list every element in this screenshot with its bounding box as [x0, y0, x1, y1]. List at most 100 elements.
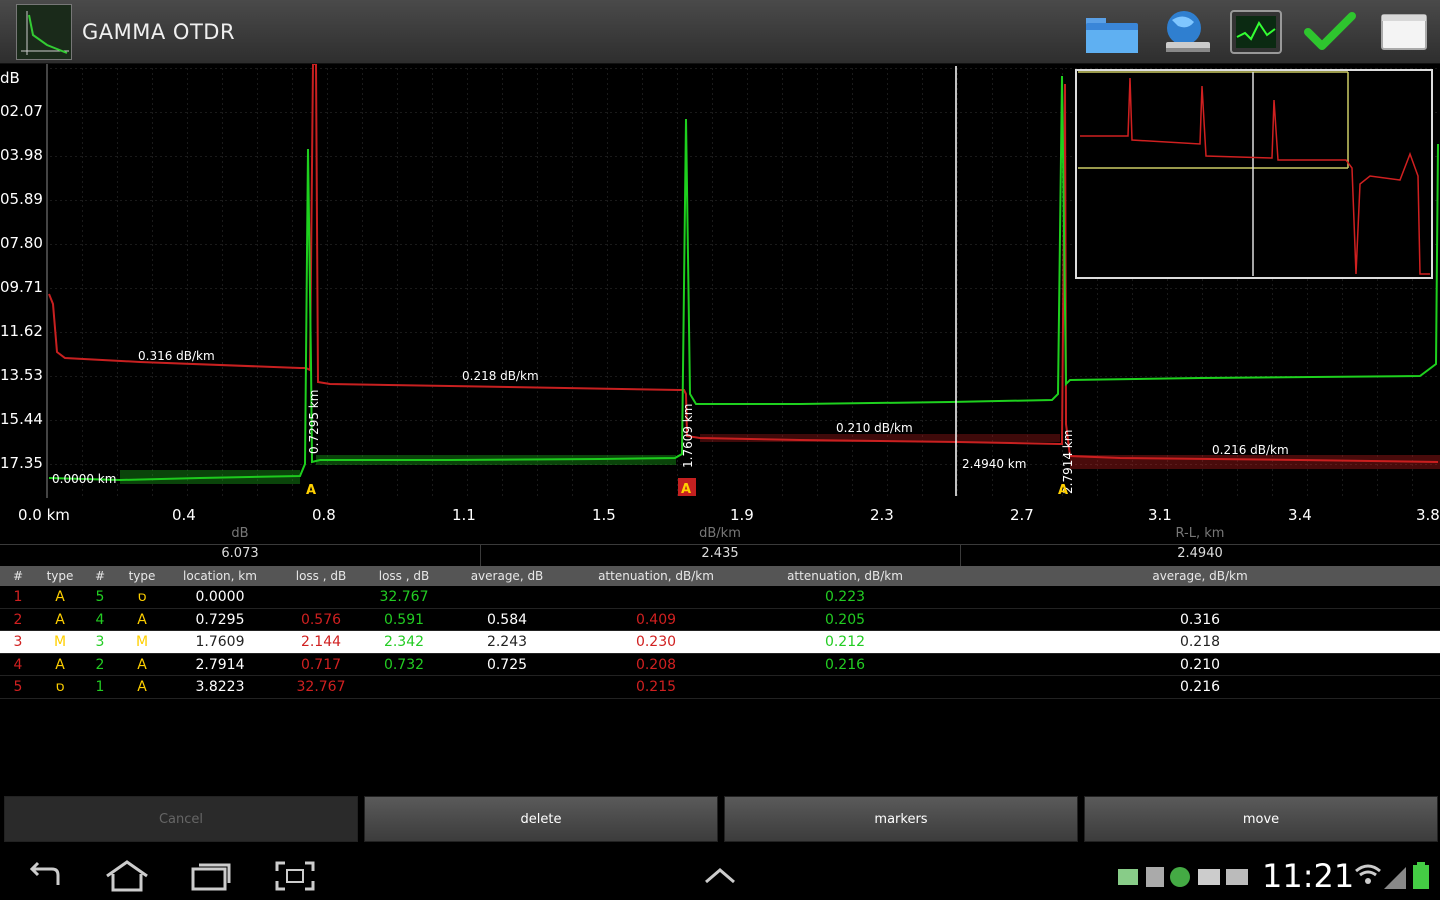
column-header[interactable]: average, dB — [452, 569, 562, 583]
table-cell: 0.223 — [824, 589, 866, 605]
table-cell: 1 — [13, 589, 23, 605]
table-cell: A — [137, 656, 147, 673]
cursor-distance-label: 2.4940 km — [962, 457, 1026, 471]
x-tick-label: 3.8 — [1416, 506, 1440, 524]
column-header[interactable]: attenuation, dB/km — [576, 569, 736, 583]
folder-icon[interactable] — [1082, 6, 1142, 58]
event-marker-d[interactable]: A — [1058, 483, 1068, 498]
column-header[interactable]: # — [4, 569, 32, 583]
column-header[interactable]: # — [88, 569, 112, 583]
trace-noise-red-2 — [700, 434, 1060, 442]
slope-label-2: 0.218 dB/km — [462, 369, 539, 383]
app-title: GAMMA OTDR — [82, 20, 236, 44]
column-header[interactable]: average, dB/km — [1110, 569, 1290, 583]
table-cell: 0.409 — [635, 611, 677, 628]
table-cell: 3.8223 — [195, 679, 245, 696]
move-button[interactable]: move — [1084, 796, 1438, 842]
table-cell: 0.316 — [1179, 611, 1221, 628]
window-icon[interactable] — [1374, 6, 1434, 58]
table-row[interactable]: 5 ס 1 A 3.8223 32.767 0.215 0.216 — [0, 676, 1440, 699]
marker-b-label: 1.7609 km — [681, 404, 695, 468]
system-nav-bar: 11:21 — [0, 850, 1440, 900]
summary-unit-loss: dB — [231, 526, 249, 541]
column-header[interactable]: type — [122, 569, 162, 583]
summary-row: dB dB/km R-L, km 6.073 2.435 2.4940 — [0, 524, 1440, 566]
table-cell: 5 — [13, 679, 23, 696]
expand-up-icon[interactable] — [695, 858, 745, 894]
summary-value-distance: 2.4940 — [1177, 546, 1223, 561]
table-body: 1 A 5 ס 0.0000 32.767 0.223 2 A 4 A 0.7295 0.576 0.59… — [0, 586, 1440, 699]
table-cell: ס — [137, 589, 147, 605]
cancel-button[interactable]: Cancel — [4, 796, 358, 842]
y-tick-label: 05.89 — [0, 190, 43, 208]
trace-overview-inset[interactable] — [1075, 69, 1433, 279]
table-cell: A — [55, 611, 65, 628]
table-cell: A — [137, 679, 147, 696]
table-row[interactable]: 1 A 5 ס 0.0000 32.767 0.223 — [0, 586, 1440, 609]
notification-icons — [1114, 858, 1254, 894]
table-cell: 5 — [95, 589, 105, 605]
column-header[interactable]: loss , dB — [286, 569, 356, 583]
trace-noise-red — [1070, 455, 1440, 469]
x-tick-label: 2.3 — [870, 506, 894, 524]
marker-a-label: 0.7295 km — [307, 390, 321, 454]
trace-svg[interactable]: dB 02.07 03.98 05.89 07.80 09.71 11.62 13.53 15… — [0, 64, 1440, 546]
column-header[interactable]: location, km — [170, 569, 270, 583]
recent-apps-icon[interactable] — [186, 858, 236, 894]
table-row[interactable]: 4 A 2 A 2.7914 0.717 0.732 0.725 0.208 0.216 0.210 — [0, 654, 1440, 677]
table-cell: 2.243 — [486, 634, 528, 651]
slope-label-3: 0.210 dB/km — [836, 421, 913, 435]
table-cell: M — [53, 634, 67, 651]
table-cell: 0.7295 — [195, 611, 245, 628]
trace-noise-green-2 — [316, 455, 676, 465]
x-tick-label: 3.1 — [1148, 506, 1172, 524]
x-tick-label: 2.7 — [1010, 506, 1034, 524]
x-tick-labels: 0.0 km 0.4 0.8 1.1 1.5 1.9 2.3 2.7 3.1 3.4 3.8 — [18, 506, 1440, 524]
scope-display-icon[interactable] — [1226, 6, 1286, 58]
table-cell: 2.144 — [300, 634, 342, 651]
y-tick-labels: 02.07 03.98 05.89 07.80 09.71 11.62 13.53 15.44… — [0, 102, 43, 472]
table-cell: 32.767 — [379, 589, 429, 605]
screenshot-icon[interactable] — [270, 858, 320, 894]
start-marker-label: 0.0000 km — [52, 472, 116, 486]
x-tick-label: 1.1 — [452, 506, 476, 524]
table-cell: 3 — [95, 634, 105, 651]
app-logo-icon — [16, 4, 72, 60]
wifi-signal-icon — [1352, 858, 1412, 894]
table-cell: 0.725 — [486, 656, 528, 673]
table-row[interactable]: 2 A 4 A 0.7295 0.576 0.591 0.584 0.409 0.205 0.316 — [0, 609, 1440, 632]
column-header[interactable]: loss , dB — [366, 569, 442, 583]
event-marker-m[interactable]: A — [681, 482, 691, 497]
table-cell: 0.591 — [383, 611, 425, 628]
table-header: # type # type location, km loss , dB loss , dB… — [0, 566, 1440, 586]
y-tick-label: 02.07 — [0, 102, 43, 120]
table-cell: 4 — [13, 656, 23, 673]
table-cell: 32.767 — [296, 679, 346, 696]
summary-unit-distance: R-L, km — [1175, 526, 1225, 541]
table-cell: 0.732 — [383, 656, 425, 673]
home-icon[interactable] — [102, 858, 152, 894]
markers-button[interactable]: markers — [724, 796, 1078, 842]
otdr-trace-chart[interactable]: dB 02.07 03.98 05.89 07.80 09.71 11.62 13.53 15… — [0, 64, 1440, 546]
table-cell: 0.218 — [1179, 634, 1221, 651]
table-cell: 4 — [95, 611, 105, 628]
y-tick-label: 17.35 — [0, 454, 43, 472]
checkmark-icon[interactable] — [1300, 6, 1360, 58]
y-axis-unit: dB — [0, 69, 20, 87]
column-header[interactable]: type — [40, 569, 80, 583]
table-cell: 0.584 — [486, 611, 528, 628]
x-tick-label: 0.8 — [312, 506, 336, 524]
y-tick-label: 13.53 — [0, 366, 43, 384]
table-cell: 0.210 — [1179, 656, 1221, 673]
x-tick-label: 0.4 — [172, 506, 196, 524]
network-globe-icon[interactable] — [1156, 6, 1216, 58]
table-row[interactable]: 3 M 3 M 1.7609 2.144 2.342 2.243 0.230 0.212 0.218 — [0, 631, 1440, 654]
slope-label-4: 0.216 dB/km — [1212, 443, 1289, 457]
column-header[interactable]: attenuation, dB/km — [770, 569, 920, 583]
delete-button[interactable]: delete — [364, 796, 718, 842]
table-cell: 2 — [95, 656, 105, 673]
table-cell: A — [55, 589, 65, 605]
event-marker-a[interactable]: A — [306, 483, 316, 498]
back-icon[interactable] — [20, 858, 70, 894]
y-tick-label: 03.98 — [0, 146, 43, 164]
